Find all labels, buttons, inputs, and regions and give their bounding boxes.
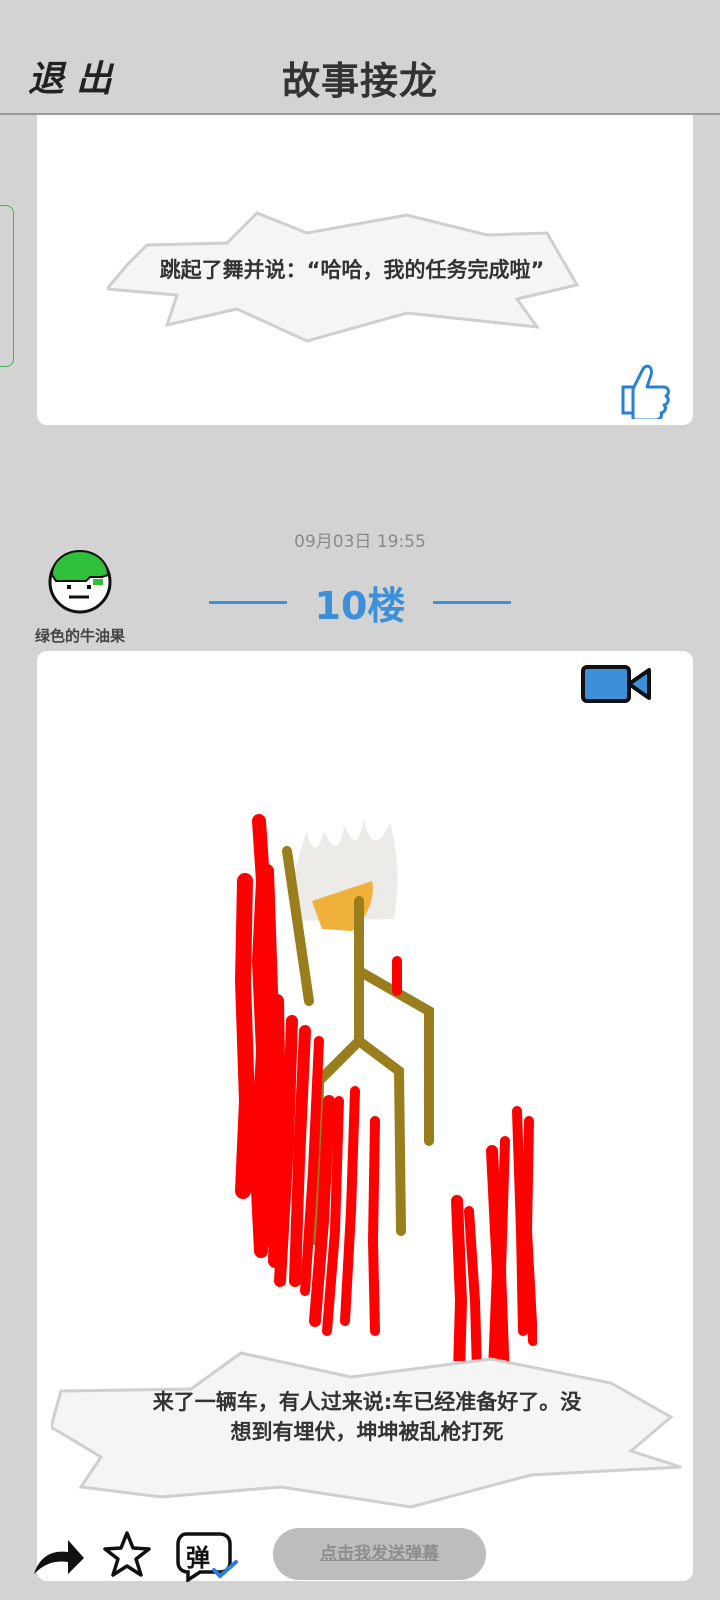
like-thumb-icon[interactable] [615, 359, 675, 419]
story-caption-line: 想到有埋伏，坤坤被乱枪打死 [230, 1420, 504, 1444]
header: 退出 故事接龙 [0, 0, 720, 115]
story-caption: 跳起了舞并说：“哈哈，我的任务完成啦” [159, 258, 545, 282]
story-caption-line: 来了一辆车，有人过来说:车已经准备好了。没 [152, 1390, 582, 1414]
danmaku-icon-char: 弹 [186, 1544, 210, 1572]
story-card-current: 来了一辆车，有人过来说:车已经准备好了。没 想到有埋伏，坤坤被乱枪打死 [37, 651, 693, 1581]
story-card-previous: 跳起了舞并说：“哈哈，我的任务完成啦” [37, 115, 693, 425]
story-drawing [234, 814, 537, 1361]
share-icon[interactable] [30, 1534, 86, 1578]
star-icon[interactable] [102, 1530, 152, 1580]
bottom-action-bar: 弹 点击我发送弹幕 [0, 1512, 720, 1582]
floor-divider-right [433, 601, 511, 604]
danmaku-icon[interactable]: 弹 [176, 1528, 240, 1582]
page-title: 故事接龙 [281, 59, 438, 103]
danmaku-input[interactable]: 点击我发送弹幕 [273, 1528, 486, 1580]
floor-label: 10楼 [314, 584, 406, 628]
side-drawer-handle[interactable] [0, 205, 14, 367]
floor-indicator: 10楼 [0, 575, 720, 628]
video-camera-icon[interactable] [581, 664, 653, 704]
story-caption: 来了一辆车，有人过来说:车已经准备好了。没 想到有埋伏，坤坤被乱枪打死 [77, 1387, 657, 1447]
